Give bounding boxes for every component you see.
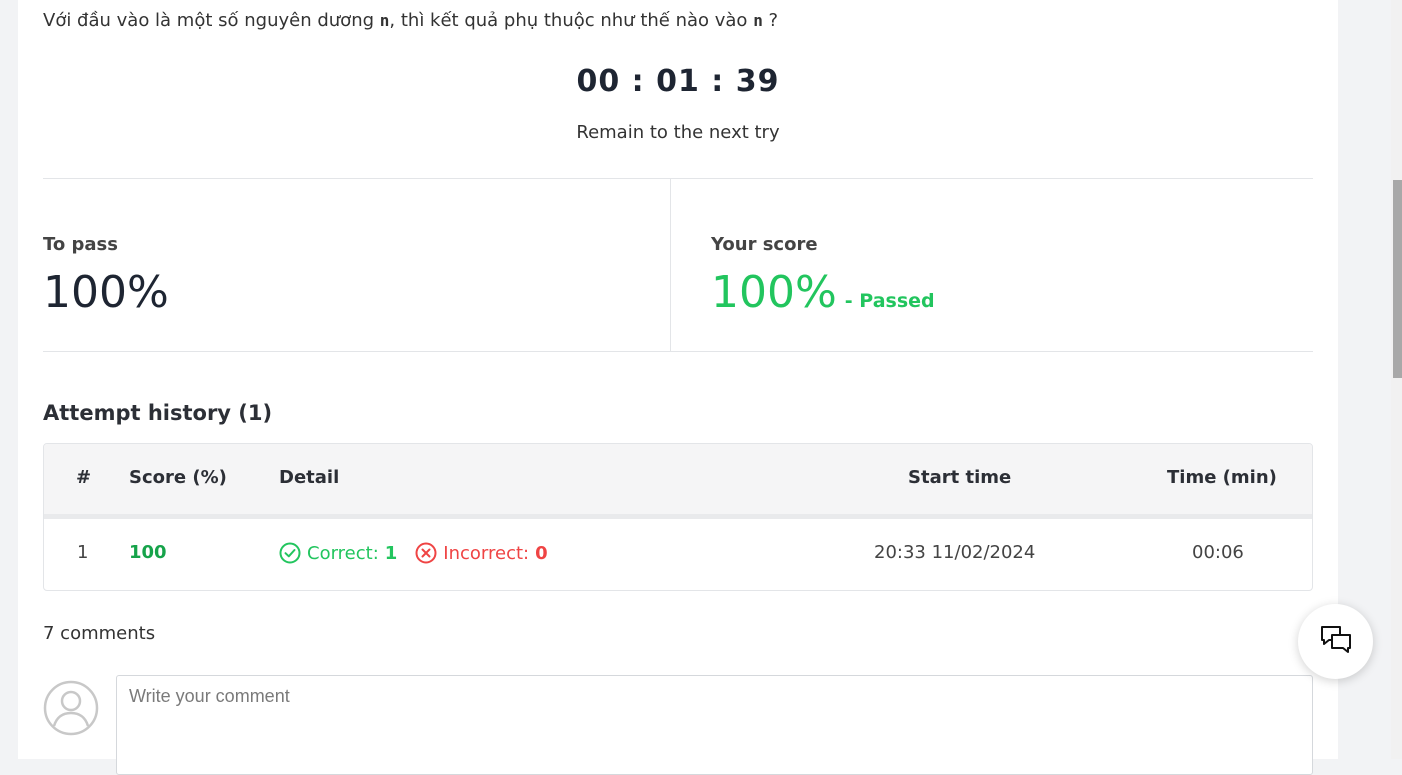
table-header: # Score (%) Detail Start time Time (min) bbox=[44, 444, 1312, 519]
to-pass-value: 100% bbox=[43, 267, 169, 318]
scrollbar-track[interactable] bbox=[1391, 0, 1402, 759]
chat-button[interactable] bbox=[1298, 604, 1373, 679]
attempt-history-table: # Score (%) Detail Start time Time (min)… bbox=[43, 443, 1313, 591]
question-variable: n bbox=[379, 11, 390, 30]
your-score-label: Your score bbox=[711, 234, 818, 255]
scrollbar-thumb[interactable] bbox=[1393, 180, 1402, 378]
header-number: # bbox=[76, 467, 92, 488]
check-circle-icon bbox=[279, 542, 301, 564]
retry-timer: 00 : 01 : 39 bbox=[576, 64, 780, 99]
score-summary: To pass 100% Your score 100% - Passed bbox=[43, 178, 1313, 352]
incorrect-count: 0 bbox=[535, 542, 548, 564]
row-score: 100 bbox=[129, 542, 167, 563]
correct-count: 1 bbox=[384, 542, 398, 564]
question-prefix: Với đầu vào là một số nguyên dương bbox=[43, 10, 375, 31]
attempt-history-title: Attempt history (1) bbox=[43, 401, 273, 425]
chat-bubbles-icon bbox=[1319, 623, 1353, 661]
row-number: 1 bbox=[77, 542, 89, 563]
incorrect-label: Incorrect: bbox=[443, 542, 530, 564]
header-start-time: Start time bbox=[908, 467, 1012, 488]
row-time: 00:06 bbox=[1192, 542, 1244, 563]
header-time: Time (min) bbox=[1167, 467, 1277, 488]
correct-label: Correct: bbox=[307, 542, 379, 564]
your-score-value: 100% bbox=[711, 267, 837, 318]
user-avatar-icon bbox=[43, 680, 99, 736]
x-circle-icon bbox=[415, 542, 437, 564]
comments-count: 7 comments bbox=[43, 623, 156, 644]
question-middle: , thì kết quả phụ thuộc như thế nào vào bbox=[389, 10, 748, 31]
question-suffix: ? bbox=[762, 10, 779, 31]
question-variable: n bbox=[753, 11, 763, 30]
row-detail: Correct: 1 Incorrect: 0 bbox=[279, 542, 548, 564]
your-score-panel: Your score 100% - Passed bbox=[671, 179, 1313, 351]
comment-input[interactable] bbox=[116, 675, 1313, 775]
to-pass-label: To pass bbox=[43, 234, 118, 255]
your-score-row: 100% - Passed bbox=[711, 267, 935, 318]
quiz-result-card: Với đầu vào là một số nguyên dương n, th… bbox=[18, 0, 1338, 775]
passed-status: - Passed bbox=[844, 290, 935, 312]
to-pass-panel: To pass 100% bbox=[43, 179, 671, 351]
header-score: Score (%) bbox=[129, 467, 227, 488]
question-text: Với đầu vào là một số nguyên dương n, th… bbox=[43, 10, 778, 31]
retry-timer-label: Remain to the next try bbox=[576, 122, 780, 143]
header-detail: Detail bbox=[279, 467, 340, 488]
row-start-time: 20:33 11/02/2024 bbox=[874, 542, 1036, 563]
